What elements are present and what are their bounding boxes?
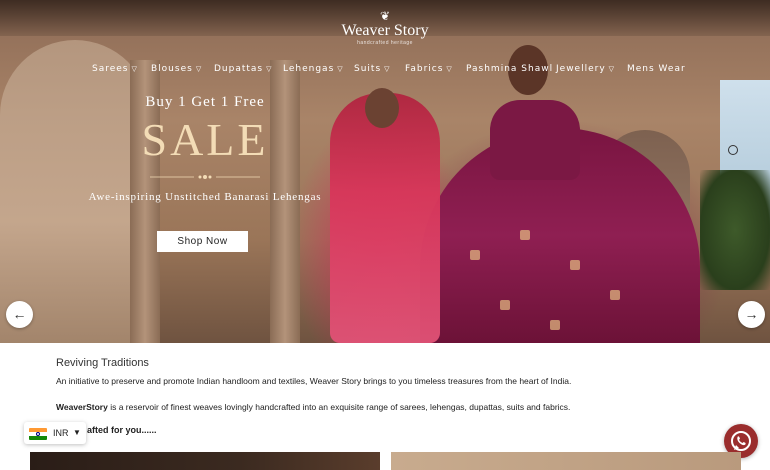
intro-section: Reviving Traditions An initiative to pre… xyxy=(56,356,736,413)
chevron-down-icon: ▽ xyxy=(608,65,616,73)
nav-label: Fabrics xyxy=(405,64,444,74)
lehenga-motif xyxy=(500,300,510,310)
hero-headline: SALE xyxy=(141,114,269,165)
caret-down-icon: ▼ xyxy=(73,428,81,437)
nav-item-fabrics[interactable]: Fabrics ▽ xyxy=(405,64,453,74)
nav-item-pashmina-shawl[interactable]: Pashmina Shawl xyxy=(466,64,553,74)
currency-code: INR xyxy=(53,428,69,438)
hero-subtitle: Awe-inspiring Unstitched Banarasi Leheng… xyxy=(88,191,322,203)
india-flag-icon xyxy=(29,428,47,440)
intro-paragraph-brand: WeaverStory is a reservoir of finest wea… xyxy=(56,401,736,413)
brand-tagline: handcrafted heritage xyxy=(357,40,413,46)
lehenga-motif xyxy=(570,260,580,270)
brand-description: is a reservoir of finest weaves lovingly… xyxy=(107,402,571,412)
nav-label: Suits xyxy=(354,64,382,74)
nav-item-mens-wear[interactable]: Mens Wear xyxy=(627,64,686,74)
chevron-down-icon: ▽ xyxy=(195,65,203,73)
brand-mention: WeaverStory xyxy=(56,402,108,412)
chevron-down-icon: ▽ xyxy=(337,65,344,73)
collection-thumbnail[interactable] xyxy=(30,452,380,470)
logo-emblem-icon: ❦ xyxy=(379,9,391,23)
lehenga-motif xyxy=(470,250,480,260)
main-nav: Sarees ▽ Blouses ▽ Dupattas ▽ Lehengas ▽ Sui… xyxy=(0,64,770,78)
chevron-down-icon: ▽ xyxy=(131,65,138,73)
chevron-down-icon: ▽ xyxy=(266,65,273,73)
collection-thumbnail[interactable] xyxy=(391,452,741,470)
lehenga-motif xyxy=(610,290,620,300)
intro-paragraph: An initiative to preserve and promote In… xyxy=(56,376,572,386)
nav-item-lehengas[interactable]: Lehengas ▽ xyxy=(283,64,344,74)
nav-label: Lehengas xyxy=(283,64,335,74)
shop-now-button[interactable]: Shop Now xyxy=(157,231,248,252)
hero-decor-ring xyxy=(728,145,738,155)
brand-logo[interactable]: ❦ Weaver Story handcrafted heritage xyxy=(340,10,430,46)
chevron-down-icon: ▽ xyxy=(384,65,391,73)
nav-label: Blouses xyxy=(151,64,193,74)
arrow-left-icon[interactable]: ← xyxy=(6,301,33,328)
nav-label: Pashmina Shawl xyxy=(466,64,554,74)
brand-name: Weaver Story xyxy=(341,22,429,39)
nav-item-blouses[interactable]: Blouses ▽ xyxy=(151,64,202,74)
nav-label: Sarees xyxy=(92,64,129,74)
crafted-for-you-heading: afted for you...... xyxy=(87,425,157,435)
nav-item-dupattas[interactable]: Dupattas ▽ xyxy=(214,64,273,74)
currency-selector[interactable]: INR ▼ xyxy=(24,422,86,444)
hero-offer: Buy 1 Get 1 Free xyxy=(145,94,265,110)
nav-item-jewellery[interactable]: Jewellery ▽ xyxy=(556,64,615,74)
hero-banner xyxy=(0,0,770,343)
lehenga-motif xyxy=(550,320,560,330)
nav-label: Jewellery xyxy=(556,64,606,74)
model-pink-head xyxy=(365,88,399,128)
nav-item-sarees[interactable]: Sarees ▽ xyxy=(92,64,138,74)
lehenga-motif xyxy=(520,230,530,240)
nav-label: Dupattas xyxy=(214,64,264,74)
nav-label: Mens Wear xyxy=(627,64,686,74)
section-title: Reviving Traditions xyxy=(56,357,149,369)
nav-item-suits[interactable]: Suits ▽ xyxy=(354,64,391,74)
ornament-divider-icon xyxy=(150,175,260,179)
chevron-down-icon: ▽ xyxy=(446,65,453,73)
hero-tree xyxy=(700,170,770,290)
model-pink-lehenga xyxy=(330,93,440,343)
model-purple-blouse xyxy=(490,100,580,180)
arrow-right-icon[interactable]: → xyxy=(738,301,765,328)
